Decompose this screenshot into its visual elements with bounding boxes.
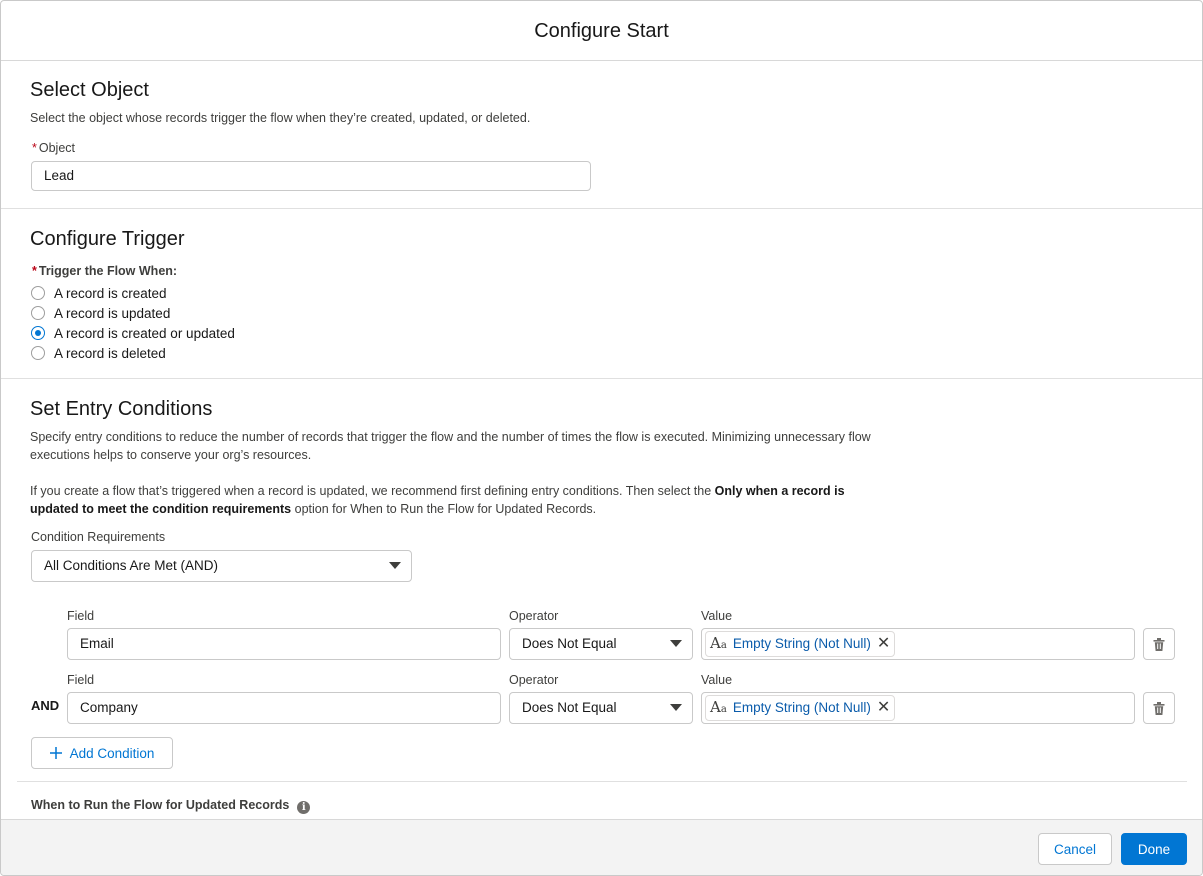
radio-button-selected[interactable] [31,326,45,340]
radio-record-updated[interactable]: A record is updated [31,303,170,323]
operator-value: Does Not Equal [522,636,617,651]
value-label: Value [701,609,733,623]
modal-header: Configure Start [1,1,1202,61]
close-icon[interactable]: ✕ [877,700,890,716]
chevron-down-icon [670,704,682,711]
entry-conditions-recommendation: If you create a flow that’s triggered wh… [30,482,890,518]
operator-label: Operator [509,609,559,623]
value-pill: Aa Empty String (Not Null) ✕ [705,631,896,657]
condition-value-input[interactable]: Aa Empty String (Not Null) ✕ [701,628,1135,660]
radio-button[interactable] [31,286,45,300]
done-button[interactable]: Done [1121,833,1187,865]
add-condition-button[interactable]: Add Condition [31,737,173,769]
cancel-button[interactable]: Cancel [1038,833,1112,865]
condition-requirements-label: Condition Requirements [31,530,166,544]
radio-label: A record is deleted [54,345,166,361]
radio-record-created-or-updated[interactable]: A record is created or updated [31,323,235,343]
and-connector: AND [31,698,60,713]
info-icon[interactable]: i [297,801,311,814]
condition-operator-select[interactable]: Does Not Equal [509,692,693,724]
text-type-icon: Aa [710,697,727,716]
condition-requirements-select[interactable]: All Conditions Are Met (AND) [31,550,412,582]
value-pill-label: Empty String (Not Null) [732,700,871,715]
condition-requirements-value: All Conditions Are Met (AND) [44,558,219,573]
radio-label: A record is created [54,285,167,301]
operator-label: Operator [509,673,559,687]
modal-content[interactable]: Select Object Select the object whose re… [1,61,1202,819]
radio-label: A record is created or updated [54,325,235,341]
delete-condition-button[interactable] [1143,692,1175,724]
radio-button[interactable] [31,346,45,360]
condition-field-input[interactable]: Company [67,692,501,724]
text-type-icon: Aa [710,633,727,652]
radio-record-created[interactable]: A record is created [31,283,167,303]
when-to-run-label-text: When to Run the Flow for Updated Records [31,798,290,812]
add-condition-label: Add Condition [69,745,155,761]
condition-operator-select[interactable]: Does Not Equal [509,628,693,660]
chevron-down-icon [670,640,682,647]
configure-trigger-section: Configure Trigger * Trigger the Flow When… [1,209,1202,379]
trash-icon [1153,701,1165,715]
field-label: Field [67,673,95,687]
trash-icon [1153,637,1165,651]
radio-record-deleted[interactable]: A record is deleted [31,343,166,363]
value-pill-label: Empty String (Not Null) [732,636,871,651]
delete-condition-button[interactable] [1143,628,1175,660]
recommendation-suffix: option for When to Run the Flow for Upda… [291,502,597,516]
close-icon[interactable]: ✕ [877,636,890,652]
select-object-section: Select Object Select the object whose re… [1,61,1202,209]
condition-field-input[interactable]: Email [67,628,501,660]
object-label: * Object [32,141,75,155]
chevron-down-icon [389,562,401,569]
configure-start-modal: Configure Start Select Object Select the… [0,0,1203,876]
object-label-text: Object [38,141,76,155]
radio-button[interactable] [31,306,45,320]
when-to-run-label: When to Run the Flow for Updated Records… [31,798,311,814]
field-label: Field [67,609,95,623]
value-pill: Aa Empty String (Not Null) ✕ [705,695,896,721]
modal-footer: Cancel Done [1,819,1202,875]
radio-label: A record is updated [54,305,171,321]
entry-conditions-section: Set Entry Conditions Specify entry condi… [1,379,1202,819]
entry-conditions-title: Set Entry Conditions [30,398,213,420]
value-label: Value [701,673,733,687]
required-marker: * [32,141,37,155]
add-icon [49,747,62,759]
modal-title: Configure Start [534,20,669,42]
divider [17,781,1187,782]
condition-value-input[interactable]: Aa Empty String (Not Null) ✕ [701,692,1135,724]
trigger-when-label-text: Trigger the Flow When: [38,264,178,278]
required-marker: * [32,264,37,278]
configure-trigger-title: Configure Trigger [30,228,185,250]
recommendation-prefix: If you create a flow that’s triggered wh… [30,484,715,498]
select-object-description: Select the object whose records trigger … [30,111,531,125]
trigger-when-label: * Trigger the Flow When: [32,264,177,278]
select-object-title: Select Object [30,79,149,101]
entry-conditions-description: Specify entry conditions to reduce the n… [30,430,871,462]
operator-value: Does Not Equal [522,700,617,715]
object-input[interactable]: Lead [31,161,591,191]
